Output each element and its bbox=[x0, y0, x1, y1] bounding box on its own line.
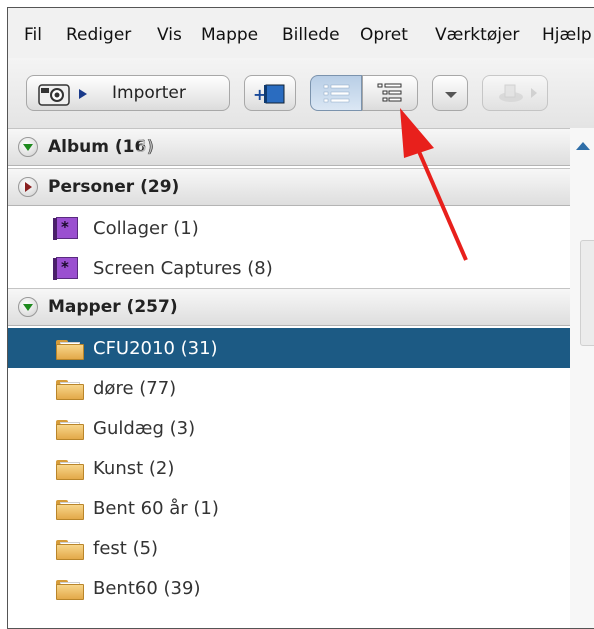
chevron-down-icon bbox=[23, 304, 33, 311]
share-icon bbox=[499, 84, 537, 102]
folder-icon bbox=[56, 580, 84, 600]
list-view-button[interactable] bbox=[310, 75, 362, 111]
tree-view-button[interactable] bbox=[362, 75, 418, 111]
album-item-screen-captures[interactable]: * Screen Captures (8) bbox=[8, 248, 570, 288]
import-button[interactable]: Importer bbox=[26, 75, 230, 111]
section-album[interactable]: Album (16) 3) bbox=[8, 128, 570, 166]
drag-ghost-text: 3) bbox=[136, 137, 154, 157]
folder-item-guldaeg[interactable]: Guldæg (3) bbox=[8, 408, 570, 448]
chevron-down-icon bbox=[23, 144, 33, 151]
organizer-tree: Album (16) 3) Personer (29) * Collager (… bbox=[8, 128, 571, 628]
menu-billede[interactable]: Billede bbox=[282, 25, 340, 45]
chevron-right-icon bbox=[25, 182, 32, 192]
scroll-up-icon[interactable] bbox=[576, 142, 590, 150]
folder-item-kunst[interactable]: Kunst (2) bbox=[8, 448, 570, 488]
album-icon: * bbox=[53, 257, 78, 280]
folder-icon bbox=[56, 340, 84, 360]
menu-fil[interactable]: Fil bbox=[24, 25, 42, 45]
add-album-button[interactable]: + bbox=[244, 75, 296, 111]
folder-item-label: Bent60 (39) bbox=[93, 578, 201, 599]
folder-item-label: Guldæg (3) bbox=[93, 418, 196, 439]
list-view-icon bbox=[323, 84, 350, 103]
menu-opret[interactable]: Opret bbox=[360, 25, 408, 45]
camera-icon bbox=[38, 84, 87, 106]
section-mapper[interactable]: Mapper (257) bbox=[8, 288, 570, 326]
folder-item-doere[interactable]: døre (77) bbox=[8, 368, 570, 408]
folder-item-label: fest (5) bbox=[93, 538, 159, 559]
add-album-icon: + bbox=[253, 84, 285, 104]
scrollbar-thumb[interactable] bbox=[580, 240, 594, 346]
menu-vis[interactable]: Vis bbox=[157, 25, 182, 45]
album-item-collager[interactable]: * Collager (1) bbox=[8, 208, 570, 248]
menu-vaerktoejer[interactable]: Værktøjer bbox=[435, 25, 519, 45]
expand-toggle-mapper[interactable] bbox=[18, 297, 38, 317]
share-button[interactable] bbox=[482, 75, 548, 111]
folder-item-bent60[interactable]: Bent60 (39) bbox=[8, 568, 570, 608]
section-mapper-label: Mapper (257) bbox=[48, 297, 178, 317]
import-label: Importer bbox=[112, 83, 186, 103]
album-icon: * bbox=[53, 217, 78, 240]
dropdown-icon bbox=[445, 92, 457, 98]
section-personer-label: Personer (29) bbox=[48, 177, 180, 197]
expand-toggle-personer[interactable] bbox=[18, 177, 38, 197]
folder-item-label: Kunst (2) bbox=[93, 458, 175, 479]
vertical-scrollbar[interactable] bbox=[570, 128, 594, 628]
folder-icon bbox=[56, 380, 84, 400]
menu-hjaelp[interactable]: Hjælp bbox=[542, 25, 592, 45]
folder-icon bbox=[56, 420, 84, 440]
folder-icon bbox=[56, 460, 84, 480]
folder-icon bbox=[56, 540, 84, 560]
dropdown-button[interactable] bbox=[432, 75, 468, 111]
album-item-label: Collager (1) bbox=[93, 218, 199, 239]
section-personer[interactable]: Personer (29) bbox=[8, 168, 570, 206]
tree-view-icon bbox=[377, 83, 402, 102]
folder-item-label: døre (77) bbox=[93, 378, 177, 399]
menu-bar: Fil Rediger Vis Mappe Billede Opret Værk… bbox=[8, 8, 594, 58]
menu-rediger[interactable]: Rediger bbox=[66, 25, 131, 45]
folder-item-label: CFU2010 (31) bbox=[93, 338, 218, 359]
folder-item-cfu2010[interactable]: CFU2010 (31) bbox=[8, 328, 570, 368]
toolbar: Importer + bbox=[8, 58, 594, 129]
menu-mappe[interactable]: Mappe bbox=[201, 25, 258, 45]
folder-item-fest[interactable]: fest (5) bbox=[8, 528, 570, 568]
folder-item-bent-60-aar[interactable]: Bent 60 år (1) bbox=[8, 488, 570, 528]
app-window: Fil Rediger Vis Mappe Billede Opret Værk… bbox=[7, 7, 594, 629]
album-item-label: Screen Captures (8) bbox=[93, 258, 273, 279]
expand-toggle-album[interactable] bbox=[18, 137, 38, 157]
folder-icon bbox=[56, 500, 84, 520]
folder-item-label: Bent 60 år (1) bbox=[93, 498, 219, 519]
